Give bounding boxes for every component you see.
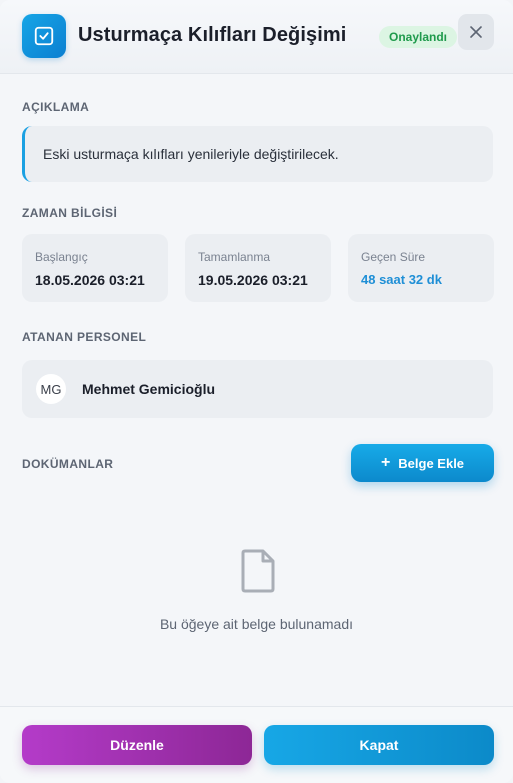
start-time-label: Başlangıç bbox=[35, 250, 88, 264]
document-icon bbox=[241, 549, 275, 593]
person-name: Mehmet Gemicioğlu bbox=[82, 381, 216, 397]
task-detail-modal: Usturmaça Kılıfları Değişimi Onaylandı A… bbox=[0, 0, 513, 783]
end-time-value: 19.05.2026 03:21 bbox=[198, 272, 308, 288]
description-text: Eski usturmaça kılıfları yenileriyle değ… bbox=[43, 146, 339, 162]
documents-section-label: DOKÜMANLAR bbox=[22, 457, 114, 471]
start-time-value: 18.05.2026 03:21 bbox=[35, 272, 145, 288]
edit-button[interactable]: Düzenle bbox=[22, 725, 252, 765]
description-box: Eski usturmaça kılıfları yenileriyle değ… bbox=[22, 126, 493, 182]
empty-documents-text: Bu öğeye ait belge bulunamadı bbox=[159, 616, 354, 632]
plus-icon: + bbox=[380, 454, 391, 471]
add-document-button[interactable]: + Belge Ekle bbox=[351, 444, 494, 482]
time-section-label: ZAMAN BİLGİSİ bbox=[22, 206, 118, 220]
elapsed-time-label: Geçen Süre bbox=[361, 250, 426, 264]
end-time-card: Tamamlanma 19.05.2026 03:21 bbox=[185, 234, 331, 302]
assigned-person: MG Mehmet Gemicioğlu bbox=[22, 360, 493, 418]
close-icon bbox=[470, 26, 482, 38]
avatar: MG bbox=[36, 374, 66, 404]
checkbox-edit-icon bbox=[22, 14, 66, 58]
start-time-card: Başlangıç 18.05.2026 03:21 bbox=[22, 234, 168, 302]
modal-header: Usturmaça Kılıfları Değişimi Onaylandı bbox=[0, 0, 513, 74]
close-modal-button[interactable]: Kapat bbox=[264, 725, 494, 765]
elapsed-time-value: 48 saat 32 dk bbox=[361, 272, 442, 287]
end-time-label: Tamamlanma bbox=[198, 250, 271, 264]
elapsed-time-card: Geçen Süre 48 saat 32 dk bbox=[348, 234, 494, 302]
personnel-section-label: ATANAN PERSONEL bbox=[22, 330, 147, 344]
modal-footer: Düzenle Kapat bbox=[0, 706, 513, 783]
close-button[interactable] bbox=[458, 14, 494, 50]
modal-title: Usturmaça Kılıfları Değişimi bbox=[78, 24, 347, 46]
add-document-label: Belge Ekle bbox=[398, 455, 465, 471]
description-section-label: AÇIKLAMA bbox=[22, 100, 90, 114]
status-badge: Onaylandı bbox=[379, 26, 458, 48]
